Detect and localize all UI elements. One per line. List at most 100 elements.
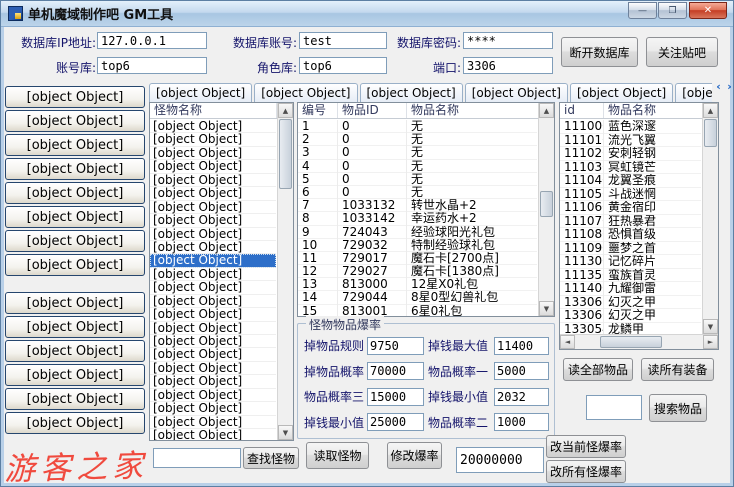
role-db-input[interactable] [299,57,387,74]
drop-rate-field-input[interactable] [494,388,549,406]
scrollbar-thumb[interactable] [600,336,662,348]
item-list-row[interactable]: 111400 九耀御雷 [560,282,701,296]
drop-rate-field-input[interactable] [494,362,549,380]
drop-table-row[interactable]: 8 1033142 幸运药水+2 [298,212,537,225]
drop-rate-field-input[interactable] [367,362,424,380]
item-list-row[interactable]: 133054 龙鳞甲 [560,323,701,335]
sidebar-button[interactable]: [object Object] [5,412,145,434]
drop-rate-field-input[interactable] [494,337,549,355]
item-list-row[interactable]: 111000 蓝色深邃 [560,120,701,134]
monster-list-item[interactable]: [object Object] [150,268,276,281]
drop-rate-field-input[interactable] [494,413,549,431]
item-list-row[interactable]: 111010 流光飞翼 [560,134,701,148]
monster-list-item[interactable]: [object Object] [150,228,276,241]
drop-table-row[interactable]: 3 0 无 [298,146,537,159]
item-list-row[interactable]: 111050 斗战迷惘 [560,188,701,202]
item-search-input[interactable] [586,395,642,420]
drop-table-row[interactable]: 11 729017 魔石卡[2700点] [298,252,537,265]
change-current-rate-button[interactable]: 改当前怪爆率 [546,435,626,458]
tab-scroll-left-icon[interactable]: ‹ [713,80,724,94]
read-monster-button[interactable]: 读取怪物 [306,442,369,469]
item-list-row[interactable]: 111030 冥虹镜芒 [560,161,701,175]
db-password-input[interactable] [463,32,553,49]
monster-list-item[interactable]: [object Object] [150,402,276,415]
sidebar-button[interactable]: [object Object] [5,110,145,132]
item-list-row[interactable]: 111060 黄金宿印 [560,201,701,215]
monster-list-item[interactable]: [object Object] [150,295,276,308]
item-list-hscrollbar[interactable]: ◄ ► [560,334,718,349]
search-item-button[interactable]: 搜索物品 [649,394,707,422]
change-all-rate-button[interactable]: 改所有怪爆率 [546,460,626,483]
item-list-row[interactable]: 133060 幻灭之甲 [560,309,701,323]
db-ip-input[interactable] [97,32,207,49]
sidebar-button[interactable]: [object Object] [5,364,145,386]
drop-table-row[interactable]: 10 729032 特制经验球礼包 [298,239,537,252]
scroll-up-icon[interactable]: ▲ [278,103,293,118]
scroll-down-icon[interactable]: ▼ [703,319,718,334]
item-list-row[interactable]: 111080 恐惧首级 [560,228,701,242]
drop-table-row[interactable]: 1 0 无 [298,120,537,133]
scrollbar-thumb[interactable] [704,119,717,147]
monster-list-item[interactable]: [object Object] [150,214,276,227]
drop-rate-field-input[interactable] [367,413,424,431]
item-list-row[interactable]: 111040 龙翼圣痕 [560,174,701,188]
follow-tieba-button[interactable]: 关注贴吧 [646,37,718,67]
monster-list-item[interactable]: [object Object] [150,429,276,440]
item-list-row[interactable]: 111300 记忆碎片 [560,255,701,269]
sidebar-button[interactable]: [object Object] [5,182,145,204]
tab[interactable]: [object Object] [465,83,568,102]
item-list-row[interactable]: 133061 幻灭之甲 [560,296,701,310]
item-list-row[interactable]: 111020 安刺轻钢 [560,147,701,161]
db-user-input[interactable] [299,32,387,49]
title-bar[interactable]: 单机魔域制作吧 GM工具 [1,1,733,27]
sidebar-button[interactable]: [object Object] [5,340,145,362]
drop-table-row[interactable]: 14 729044 8星0型幻兽礼包 [298,291,537,304]
drop-table-row[interactable]: 2 0 无 [298,133,537,146]
close-button[interactable]: ✕ [689,2,727,19]
disconnect-db-button[interactable]: 断开数据库 [561,37,638,67]
sidebar-button[interactable]: [object Object] [5,230,145,252]
monster-list-item[interactable]: [object Object] [150,160,276,173]
maximize-button[interactable]: ❐ [658,2,687,19]
sidebar-button[interactable]: [object Object] [5,158,145,180]
monster-list-item[interactable]: [object Object] [150,254,276,267]
monster-list-item[interactable]: [object Object] [150,348,276,361]
item-list-row[interactable]: 111350 蛮族首灵 [560,269,701,283]
monster-list-item[interactable]: [object Object] [150,120,276,133]
sidebar-button[interactable]: [object Object] [5,388,145,410]
drop-table-row[interactable]: 9 724043 经验球阳光礼包 [298,226,537,239]
drop-table-row[interactable]: 4 0 无 [298,160,537,173]
sidebar-button[interactable]: [object Object] [5,292,145,314]
monster-list-item[interactable]: [object Object] [150,133,276,146]
sidebar-button[interactable]: [object Object] [5,254,145,276]
drop-table-scrollbar[interactable]: ▲ ▼ [538,103,554,316]
sidebar-button[interactable]: [object Object] [5,206,145,228]
tab-scroll-right-icon[interactable]: › [724,80,734,94]
drop-rate-field-input[interactable] [367,337,424,355]
port-input[interactable] [463,57,553,74]
monster-list-item[interactable]: [object Object] [150,362,276,375]
monster-list-item[interactable]: [object Object] [150,335,276,348]
monster-list-item[interactable]: [object Object] [150,322,276,335]
monster-list-item[interactable]: [object Object] [150,241,276,254]
sidebar-button[interactable]: [object Object] [5,86,145,108]
drop-table-row[interactable]: 5 0 无 [298,173,537,186]
drop-table-row[interactable]: 12 729027 魔石卡[1380点] [298,265,537,278]
monster-list-item[interactable]: [object Object] [150,389,276,402]
modify-rate-button[interactable]: 修改爆率 [387,442,442,469]
scrollbar-thumb[interactable] [279,119,292,189]
drop-rate-field-input[interactable] [367,388,424,406]
item-list-vscrollbar[interactable]: ▲ ▼ [702,103,718,334]
monster-list-item[interactable]: [object Object] [150,375,276,388]
tab[interactable]: [object Object] [675,83,712,102]
scrollbar-thumb[interactable] [540,191,553,217]
tab[interactable]: [object Object] [149,83,252,102]
monster-list-item[interactable]: [object Object] [150,187,276,200]
drop-table-row[interactable]: 6 0 无 [298,186,537,199]
read-all-items-button[interactable]: 读全部物品 [563,358,633,381]
scroll-up-icon[interactable]: ▲ [539,103,554,118]
scroll-down-icon[interactable]: ▼ [278,425,293,440]
find-monster-button[interactable]: 查找怪物 [243,447,299,469]
scroll-right-icon[interactable]: ► [703,335,718,349]
sidebar-button[interactable]: [object Object] [5,316,145,338]
